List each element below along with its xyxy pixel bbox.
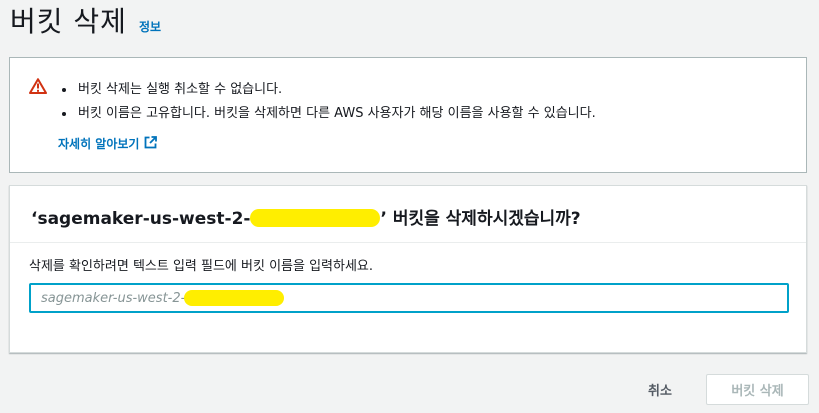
info-link[interactable]: 정보 (139, 18, 161, 35)
alert-list: 버킷 삭제는 실행 취소할 수 없습니다. 버킷 이름은 고유합니다. 버킷을 … (58, 78, 596, 126)
page-title: 버킷 삭제 (10, 5, 127, 38)
panel-body: 삭제를 확인하려면 텍스트 입력 필드에 버킷 이름을 입력하세요. sagem… (10, 243, 806, 313)
confirm-heading: ‘sagemaker-us-west-2- ’ 버킷을 삭제하시겠습니까? (10, 186, 806, 243)
heading-suffix: ’ 버킷을 삭제하시겠습니까? (380, 209, 581, 229)
delete-bucket-button[interactable]: 버킷 삭제 (706, 374, 809, 405)
alert-item: 버킷 이름은 고유합니다. 버킷을 삭제하면 다른 AWS 사용자가 해당 이름… (76, 102, 596, 126)
cancel-button[interactable]: 취소 (630, 374, 690, 404)
warning-icon (29, 78, 47, 94)
redacted-highlight (184, 290, 285, 306)
confirm-panel: ‘sagemaker-us-west-2- ’ 버킷을 삭제하시겠습니까? 삭제를… (9, 185, 807, 353)
bucket-name-input[interactable]: sagemaker-us-west-2- (29, 283, 789, 313)
input-placeholder: sagemaker-us-west-2- (41, 290, 186, 306)
external-link-icon (139, 135, 158, 152)
learn-more-label: 자세히 알아보기 (58, 137, 140, 151)
alert-item: 버킷 삭제는 실행 취소할 수 없습니다. (76, 78, 596, 102)
page-header: 버킷 삭제 정보 (10, 0, 161, 44)
warning-alert: 버킷 삭제는 실행 취소할 수 없습니다. 버킷 이름은 고유합니다. 버킷을 … (9, 57, 807, 173)
delete-bucket-page: 버킷 삭제 정보 버킷 삭제는 실행 취소할 수 없습니다. 버킷 이름은 고유… (0, 0, 819, 413)
heading-prefix: ‘sagemaker-us-west-2- (31, 209, 251, 229)
field-label: 삭제를 확인하려면 텍스트 입력 필드에 버킷 이름을 입력하세요. (29, 259, 374, 274)
learn-more-link[interactable]: 자세히 알아보기 (58, 135, 158, 152)
redacted-highlight (250, 209, 381, 227)
